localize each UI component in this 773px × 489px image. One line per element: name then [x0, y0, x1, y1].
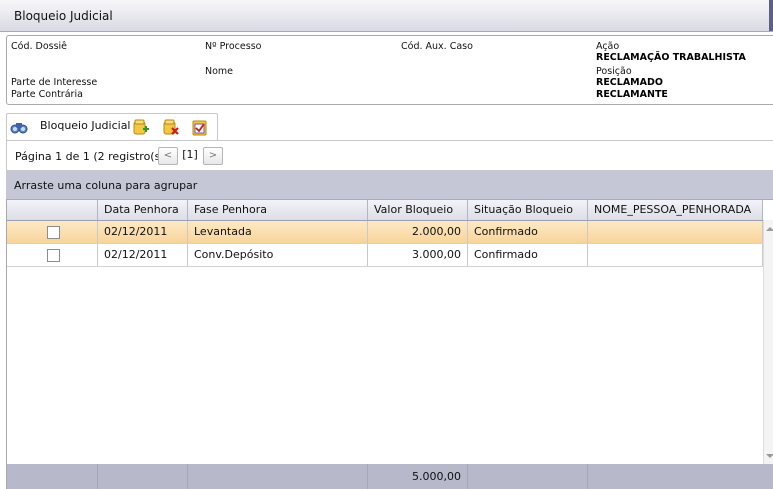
column-header-fase-penhora[interactable]: Fase Penhora	[188, 200, 368, 220]
posicao-label: Posição	[596, 66, 632, 77]
toolbar: Bloqueio Judicial	[6, 113, 218, 141]
nome-label: Nome	[205, 66, 234, 77]
delete-icon[interactable]	[162, 118, 180, 136]
column-header-situacao-bloqueio[interactable]: Situação Bloqueio	[468, 200, 588, 220]
row-select-cell	[7, 244, 98, 266]
footer-cell	[588, 464, 773, 489]
group-by-bar[interactable]: Arraste uma coluna para agrupar	[6, 171, 773, 200]
pager: Página 1 de 1 (2 registro(s)) < [1] >	[6, 140, 773, 171]
scroll-down-arrow-icon[interactable]	[766, 454, 773, 458]
window-title: Bloqueio Judicial	[14, 9, 113, 23]
column-header-data-penhora[interactable]: Data Penhora	[98, 200, 188, 220]
row-select-cell	[7, 221, 98, 243]
window-edge	[769, 0, 773, 31]
toolbar-label: Bloqueio Judicial	[40, 119, 131, 132]
grid-header: Data Penhora Fase Penhora Valor Bloqueio…	[7, 200, 763, 221]
parte-interesse-value: RECLAMADO	[596, 77, 663, 88]
parte-contraria-label: Parte Contrária	[11, 89, 83, 100]
cell-valor-bloqueio: 3.000,00	[368, 244, 468, 266]
n-processo-label: Nº Processo	[205, 41, 262, 52]
footer-cell	[7, 464, 98, 489]
footer-cell	[468, 464, 588, 489]
pager-prev-button[interactable]: <	[158, 147, 178, 165]
cell-fase-penhora: Levantada	[188, 221, 368, 243]
cell-fase-penhora: Conv.Depósito	[188, 244, 368, 266]
binoculars-icon[interactable]	[10, 118, 28, 136]
case-info-panel: Cód. Dossiê Nº Processo Cód. Aux. Caso A…	[6, 35, 773, 105]
edit-checklist-icon[interactable]	[191, 118, 209, 136]
window-titlebar: Bloqueio Judicial	[0, 0, 773, 32]
scroll-up-arrow-icon[interactable]	[766, 227, 773, 231]
acao-value: RECLAMAÇÃO TRABALHISTA	[596, 52, 746, 63]
column-header-select[interactable]	[7, 200, 98, 220]
parte-interesse-label: Parte de Interesse	[11, 77, 98, 88]
cell-data-penhora: 02/12/2011	[98, 221, 188, 243]
pager-current-page[interactable]: [1]	[179, 147, 201, 163]
cod-aux-caso-label: Cód. Aux. Caso	[401, 41, 473, 52]
cell-valor-bloqueio: 2.000,00	[368, 221, 468, 243]
column-header-nome-pessoa-penhorada[interactable]: NOME_PESSOA_PENHORADA	[588, 200, 763, 220]
footer-cell	[98, 464, 188, 489]
table-row[interactable]: 02/12/2011 Levantada 2.000,00 Confirmado	[7, 221, 763, 244]
column-header-valor-bloqueio[interactable]: Valor Bloqueio	[368, 200, 468, 220]
footer-total-valor: 5.000,00	[368, 464, 468, 489]
cell-situacao-bloqueio: Confirmado	[468, 221, 588, 243]
row-checkbox[interactable]	[47, 249, 60, 262]
cell-data-penhora: 02/12/2011	[98, 244, 188, 266]
grid-footer: 5.000,00	[7, 464, 773, 489]
cell-nome-pessoa-penhorada	[588, 244, 763, 266]
group-by-hint: Arraste uma coluna para agrupar	[14, 179, 198, 192]
table-row[interactable]: 02/12/2011 Conv.Depósito 3.000,00 Confir…	[7, 244, 763, 267]
parte-contraria-value: RECLAMANTE	[596, 89, 668, 100]
pager-next-button[interactable]: >	[203, 147, 223, 165]
pager-text: Página 1 de 1 (2 registro(s))	[15, 150, 169, 163]
acao-label: Ação	[596, 41, 620, 52]
add-icon[interactable]	[132, 118, 150, 136]
row-checkbox[interactable]	[47, 226, 60, 239]
cell-situacao-bloqueio: Confirmado	[468, 244, 588, 266]
cod-dossie-label: Cód. Dossiê	[11, 41, 68, 52]
vertical-scrollbar[interactable]	[763, 220, 773, 464]
data-grid: Data Penhora Fase Penhora Valor Bloqueio…	[6, 200, 773, 489]
footer-cell	[188, 464, 368, 489]
cell-nome-pessoa-penhorada	[588, 221, 763, 243]
